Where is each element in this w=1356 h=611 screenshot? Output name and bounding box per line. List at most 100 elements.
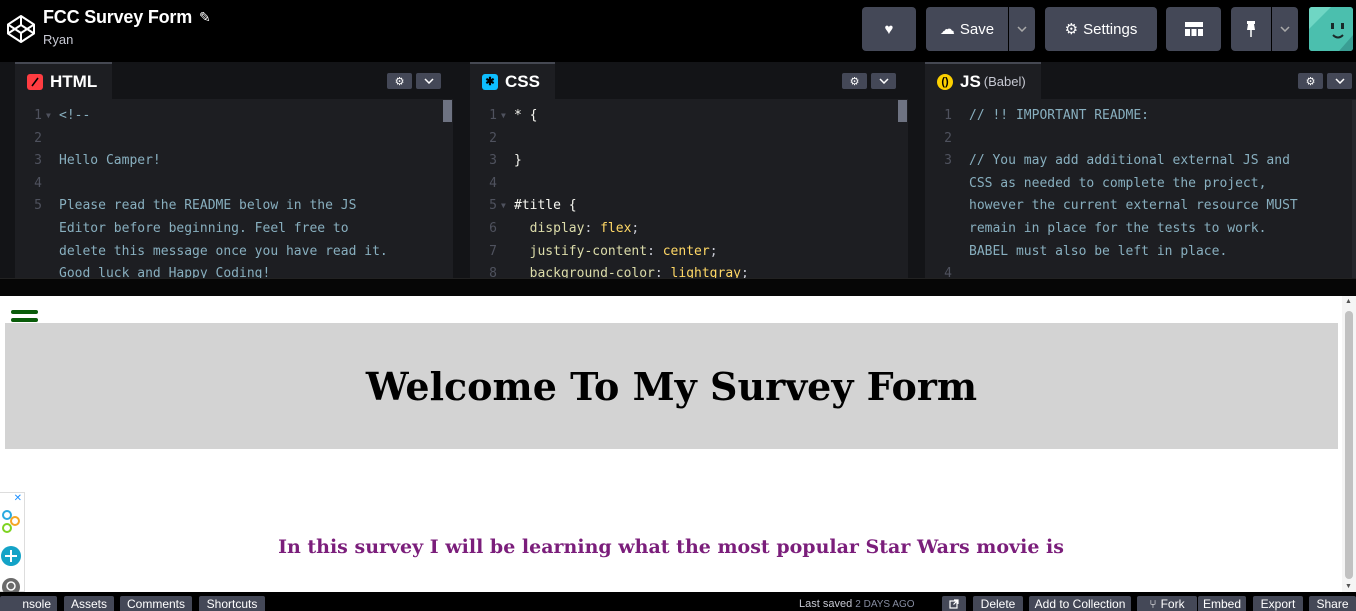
code-text: // You may add additional external JS an… (969, 153, 1290, 169)
html-editor-menu-button[interactable] (416, 73, 441, 89)
code-line[interactable]: 1 // !! IMPORTANT README: (925, 105, 1356, 128)
heart-icon: ♥ (884, 20, 894, 38)
fold-arrow-icon[interactable]: ▼ (42, 105, 59, 128)
code-text: Please read the README below in the JS (59, 198, 357, 214)
js-editor-menu-button[interactable] (1327, 73, 1352, 89)
line-number: 2 (944, 130, 952, 146)
avatar-face-icon (1309, 7, 1353, 51)
pen-title[interactable]: FCC Survey Form (43, 7, 192, 28)
css-editor-menu-button[interactable] (871, 73, 896, 89)
preview-resizer[interactable] (0, 278, 1356, 296)
user-avatar[interactable] (1309, 7, 1353, 51)
shortcuts-button[interactable]: Shortcuts (199, 596, 265, 611)
add-to-collection-button[interactable]: Add to Collection (1029, 596, 1131, 611)
close-icon[interactable]: ✕ (14, 493, 22, 504)
css-editor-settings-button[interactable]: ⚙ (842, 73, 867, 89)
code-line[interactable]: BABEL must also be left in place. (925, 241, 1356, 264)
editor-resizer[interactable] (908, 62, 925, 278)
code-line[interactable]: remain in place for the tests to work. (925, 218, 1356, 241)
code-line[interactable]: 3 // You may add additional external JS a… (925, 150, 1356, 173)
code-line[interactable]: Good luck and Happy Coding! (15, 263, 453, 278)
assets-button[interactable]: Assets (64, 596, 114, 611)
code-line[interactable]: 2 (15, 128, 453, 151)
pin-button[interactable] (1231, 7, 1271, 51)
editor-resizer[interactable] (453, 62, 470, 278)
tab-js[interactable]: () JS (Babel) (925, 62, 1041, 99)
code-line[interactable]: 4 (925, 263, 1356, 278)
delete-button[interactable]: Delete (973, 596, 1023, 611)
change-view-button[interactable] (1166, 7, 1221, 51)
code-line[interactable]: 4 (470, 173, 908, 196)
css-editor-scrollbar[interactable] (898, 100, 907, 122)
code-line[interactable]: 1 ▼ <!-- (15, 105, 453, 128)
pen-author[interactable]: Ryan (43, 32, 73, 47)
code-line[interactable]: 7 justify-content: center; (470, 241, 908, 264)
fold-gutter (952, 128, 969, 151)
editors-panel: HTML ⚙ 1 ▼ <!-- 2 3 Hello Camper! 4 5 Please rea… (0, 62, 1356, 278)
fold-gutter (952, 105, 969, 128)
code-line[interactable]: 8 background-color: lightgray; (470, 263, 908, 278)
save-options-button[interactable] (1009, 7, 1035, 51)
code-line[interactable]: Editor before beginning. Feel free to (15, 218, 453, 241)
ad-widget[interactable]: ✕ (0, 492, 25, 593)
embed-button[interactable]: Embed (1198, 596, 1246, 611)
code-line[interactable]: delete this message once you have read i… (15, 241, 453, 264)
html-code-area[interactable]: 1 ▼ <!-- 2 3 Hello Camper! 4 5 Please read the R… (15, 99, 453, 278)
tab-html[interactable]: HTML (15, 62, 113, 99)
codepen-logo-icon[interactable] (5, 13, 37, 45)
result-preview[interactable]: Welcome To My Survey Form In this survey… (0, 296, 1356, 592)
code-line[interactable]: 4 (15, 173, 453, 196)
console-button[interactable]: nsole (0, 596, 57, 611)
tab-css[interactable]: ✱ CSS (470, 62, 555, 99)
code-line[interactable]: however the current external resource MU… (925, 195, 1356, 218)
scroll-down-icon[interactable]: ▼ (1345, 583, 1352, 590)
fork-button[interactable]: ⑂ Fork (1137, 596, 1197, 611)
html-editor-scrollbar[interactable] (443, 100, 452, 122)
open-external-button[interactable] (942, 596, 966, 611)
code-text: <!-- (59, 108, 91, 123)
code-line[interactable]: 6 display: flex; (470, 218, 908, 241)
comments-button[interactable]: Comments (120, 596, 192, 611)
code-line[interactable]: 5 Please read the README below in the JS (15, 195, 453, 218)
fold-arrow-icon[interactable]: ▼ (497, 105, 514, 128)
code-line[interactable]: 3} (470, 150, 908, 173)
fold-gutter (42, 150, 59, 173)
css-editor[interactable]: ✱ CSS ⚙ 1 ▼ * {2 3} 4 5 ▼ #title {6 display: fl… (470, 62, 908, 278)
settings-button[interactable]: ⚙ Settings (1045, 7, 1157, 51)
scroll-up-icon[interactable]: ▲ (1345, 298, 1352, 305)
share-button[interactable]: Share (1309, 596, 1356, 611)
html-editor[interactable]: HTML ⚙ 1 ▼ <!-- 2 3 Hello Camper! 4 5 Please rea… (15, 62, 453, 278)
save-button[interactable]: ☁ Save (926, 7, 1008, 51)
chevron-down-icon (878, 78, 889, 84)
fold-gutter (952, 218, 969, 241)
edit-title-icon[interactable]: ✎ (199, 9, 211, 26)
code-line[interactable]: CSS as needed to complete the project, (925, 173, 1356, 196)
gear-icon: ⚙ (1305, 75, 1316, 88)
code-line[interactable]: 2 (925, 128, 1356, 151)
code-line[interactable]: 5 ▼ #title { (470, 195, 908, 218)
bulb-icon[interactable] (0, 576, 22, 593)
export-button[interactable]: Export (1253, 596, 1303, 611)
fold-gutter (952, 263, 969, 278)
code-line[interactable]: 3 Hello Camper! (15, 150, 453, 173)
code-line[interactable]: 2 (470, 128, 908, 151)
preview-scrollbar-thumb[interactable] (1345, 311, 1353, 579)
code-line[interactable]: 1 ▼ * { (470, 105, 908, 128)
js-editor-scrollbar[interactable] (1352, 100, 1356, 278)
js-editor[interactable]: () JS (Babel) ⚙ 1 // !! IMPORTANT README:… (925, 62, 1356, 278)
line-number: 5 (489, 198, 497, 214)
preview-scrollbar[interactable]: ▲ ▼ (1342, 296, 1356, 592)
plus-circle-icon[interactable] (0, 545, 22, 567)
pin-icon (1247, 21, 1255, 37)
pin-options-button[interactable] (1272, 7, 1298, 51)
css-code-area[interactable]: 1 ▼ * {2 3} 4 5 ▼ #title {6 display: flex; 7 jus… (470, 99, 908, 278)
code-text: Editor before beginning. Feel free to (59, 220, 349, 236)
like-button[interactable]: ♥ (862, 7, 916, 51)
line-number: 4 (944, 266, 952, 278)
fold-gutter (952, 173, 969, 196)
js-editor-settings-button[interactable]: ⚙ (1298, 73, 1323, 89)
js-code-area[interactable]: 1 // !! IMPORTANT README: 2 3 // You may add… (925, 99, 1356, 278)
html-editor-settings-button[interactable]: ⚙ (387, 73, 412, 89)
fold-arrow-icon[interactable]: ▼ (497, 195, 514, 218)
survey-title-banner: Welcome To My Survey Form (5, 323, 1338, 449)
